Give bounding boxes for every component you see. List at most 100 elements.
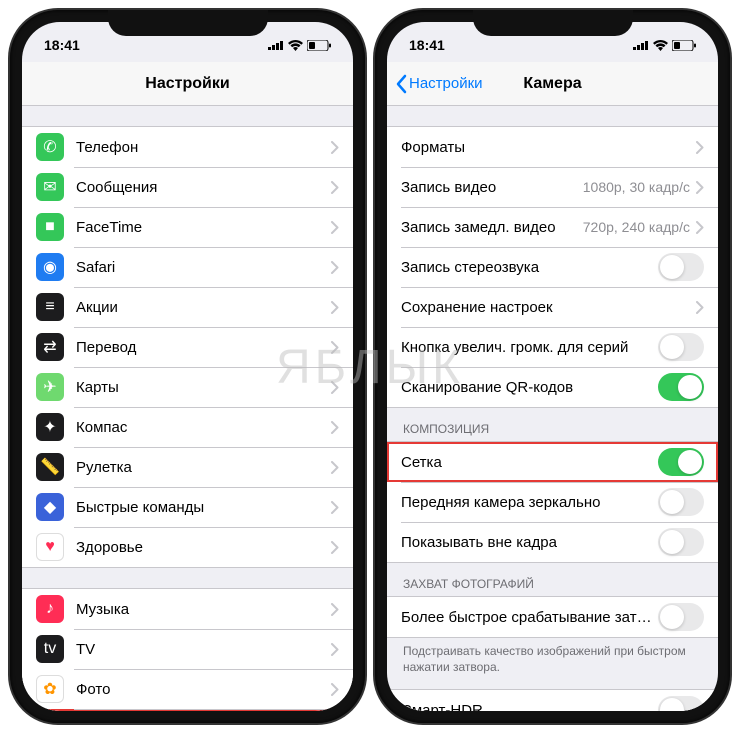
chevron-right-icon <box>696 141 704 154</box>
toggle-switch[interactable] <box>658 696 704 711</box>
notch <box>108 10 268 36</box>
settings-row[interactable]: ♪Музыка <box>22 589 353 629</box>
chevron-right-icon <box>331 221 339 234</box>
row-label: Запись замедл. видео <box>401 219 583 236</box>
row-label: Перевод <box>76 339 331 356</box>
toggle-switch[interactable] <box>658 448 704 476</box>
chevron-right-icon <box>331 501 339 514</box>
row-label: Смарт-HDR <box>401 702 658 711</box>
settings-row[interactable]: ■ FaceTime <box>22 207 353 247</box>
row-label: Показывать вне кадра <box>401 534 658 551</box>
settings-row[interactable]: Запись стереозвука <box>387 247 718 287</box>
row-label: Запись видео <box>401 179 583 196</box>
cellular-icon <box>633 40 649 50</box>
settings-row[interactable]: Форматы <box>387 127 718 167</box>
settings-list[interactable]: ✆Телефон ✉ Сообщения ■ FaceTime ◉Safari ≡ Акции… <box>22 106 353 711</box>
settings-row[interactable]: Сканирование QR-кодов <box>387 367 718 407</box>
toggle-switch[interactable] <box>658 603 704 631</box>
settings-row[interactable]: Сохранение настроек <box>387 287 718 327</box>
settings-row[interactable]: ⇄ Перевод <box>22 327 353 367</box>
toggle-switch[interactable] <box>658 488 704 516</box>
settings-row[interactable]: Запись замедл. видео720p, 240 кадр/с <box>387 207 718 247</box>
chevron-right-icon <box>331 683 339 696</box>
chevron-right-icon <box>331 301 339 314</box>
row-label: Передняя камера зеркально <box>401 494 658 511</box>
settings-row[interactable]: Смарт-HDR <box>387 690 718 711</box>
navbar-settings: Настройки <box>22 62 353 106</box>
row-label: Сообщения <box>76 179 331 196</box>
chevron-right-icon <box>331 421 339 434</box>
section-header: Захват фотографий <box>387 563 718 596</box>
row-detail: 720p, 240 кадр/с <box>583 219 690 235</box>
settings-row[interactable]: ✿Фото <box>22 669 353 709</box>
row-label: Safari <box>76 259 331 276</box>
settings-row[interactable]: ◉Камера <box>22 709 353 711</box>
settings-row[interactable]: ◆Быстрые команды <box>22 487 353 527</box>
app-icon: ≡ <box>36 293 64 321</box>
row-label: FaceTime <box>76 219 331 236</box>
chevron-right-icon <box>331 261 339 274</box>
chevron-right-icon <box>696 221 704 234</box>
settings-row[interactable]: Сетка <box>387 442 718 482</box>
screen-right: 18:41 Настройки Камера Форматы Запись вид… <box>387 22 718 711</box>
toggle-switch[interactable] <box>658 333 704 361</box>
settings-row[interactable]: ✉ Сообщения <box>22 167 353 207</box>
settings-row[interactable]: 📏 Рулетка <box>22 447 353 487</box>
screen-left: 18:41 Настройки ✆Телефон✉Сообщения■FaceT… <box>22 22 353 711</box>
status-icons <box>268 40 331 51</box>
section-header: Композиция <box>387 408 718 441</box>
settings-row[interactable]: Запись видео1080p, 30 кадр/с <box>387 167 718 207</box>
settings-row[interactable]: ✦Компас <box>22 407 353 447</box>
row-label: Форматы <box>401 139 696 156</box>
notch <box>473 10 633 36</box>
settings-row[interactable]: Показывать вне кадра <box>387 522 718 562</box>
row-detail: 1080p, 30 кадр/с <box>583 179 690 195</box>
settings-row[interactable]: ✆Телефон <box>22 127 353 167</box>
phone-left: 18:41 Настройки ✆Телефон✉Сообщения■FaceT… <box>10 10 365 723</box>
app-icon: ♥ <box>36 533 64 561</box>
settings-row[interactable]: Кнопка увелич. громк. для серий <box>387 327 718 367</box>
settings-row[interactable]: ✈ Карты <box>22 367 353 407</box>
navbar-camera: Настройки Камера <box>387 62 718 106</box>
row-label: Карты <box>76 379 331 396</box>
app-icon: ✦ <box>36 413 64 441</box>
app-icon: ◆ <box>36 493 64 521</box>
row-label: Сканирование QR-кодов <box>401 379 658 396</box>
app-icon: ✆ <box>36 133 64 161</box>
settings-row[interactable]: ≡ Акции <box>22 287 353 327</box>
page-title: Камера <box>523 75 581 93</box>
app-icon: ✈ <box>36 373 64 401</box>
chevron-right-icon <box>331 181 339 194</box>
row-label: TV <box>76 641 331 658</box>
app-icon: ♪ <box>36 595 64 623</box>
chevron-right-icon <box>331 341 339 354</box>
app-icon: ■ <box>36 213 64 241</box>
chevron-right-icon <box>331 141 339 154</box>
app-icon: ✉ <box>36 173 64 201</box>
chevron-right-icon <box>331 381 339 394</box>
phone-right: 18:41 Настройки Камера Форматы Запись вид… <box>375 10 730 723</box>
row-label: Акции <box>76 299 331 316</box>
row-label: Рулетка <box>76 459 331 476</box>
camera-settings-list[interactable]: ФорматыЗапись видео1080p, 30 кадр/сЗапис… <box>387 106 718 711</box>
settings-row[interactable]: ◉Safari <box>22 247 353 287</box>
toggle-switch[interactable] <box>658 253 704 281</box>
toggle-switch[interactable] <box>658 528 704 556</box>
row-label: Кнопка увелич. громк. для серий <box>401 339 658 356</box>
status-icons <box>633 40 696 51</box>
back-button[interactable]: Настройки <box>395 74 483 94</box>
app-icon: 📏 <box>36 453 64 481</box>
chevron-right-icon <box>331 603 339 616</box>
settings-row[interactable]: Передняя камера зеркально <box>387 482 718 522</box>
app-icon: ⇄ <box>36 333 64 361</box>
settings-row[interactable]: Более быстрое срабатывание затвора <box>387 597 718 637</box>
chevron-right-icon <box>331 541 339 554</box>
settings-row[interactable]: ♥ Здоровье <box>22 527 353 567</box>
status-time: 18:41 <box>409 37 445 53</box>
back-label: Настройки <box>409 75 483 92</box>
row-label: Здоровье <box>76 539 331 556</box>
settings-row[interactable]: tvTV <box>22 629 353 669</box>
toggle-switch[interactable] <box>658 373 704 401</box>
chevron-right-icon <box>331 643 339 656</box>
row-label: Запись стереозвука <box>401 259 658 276</box>
